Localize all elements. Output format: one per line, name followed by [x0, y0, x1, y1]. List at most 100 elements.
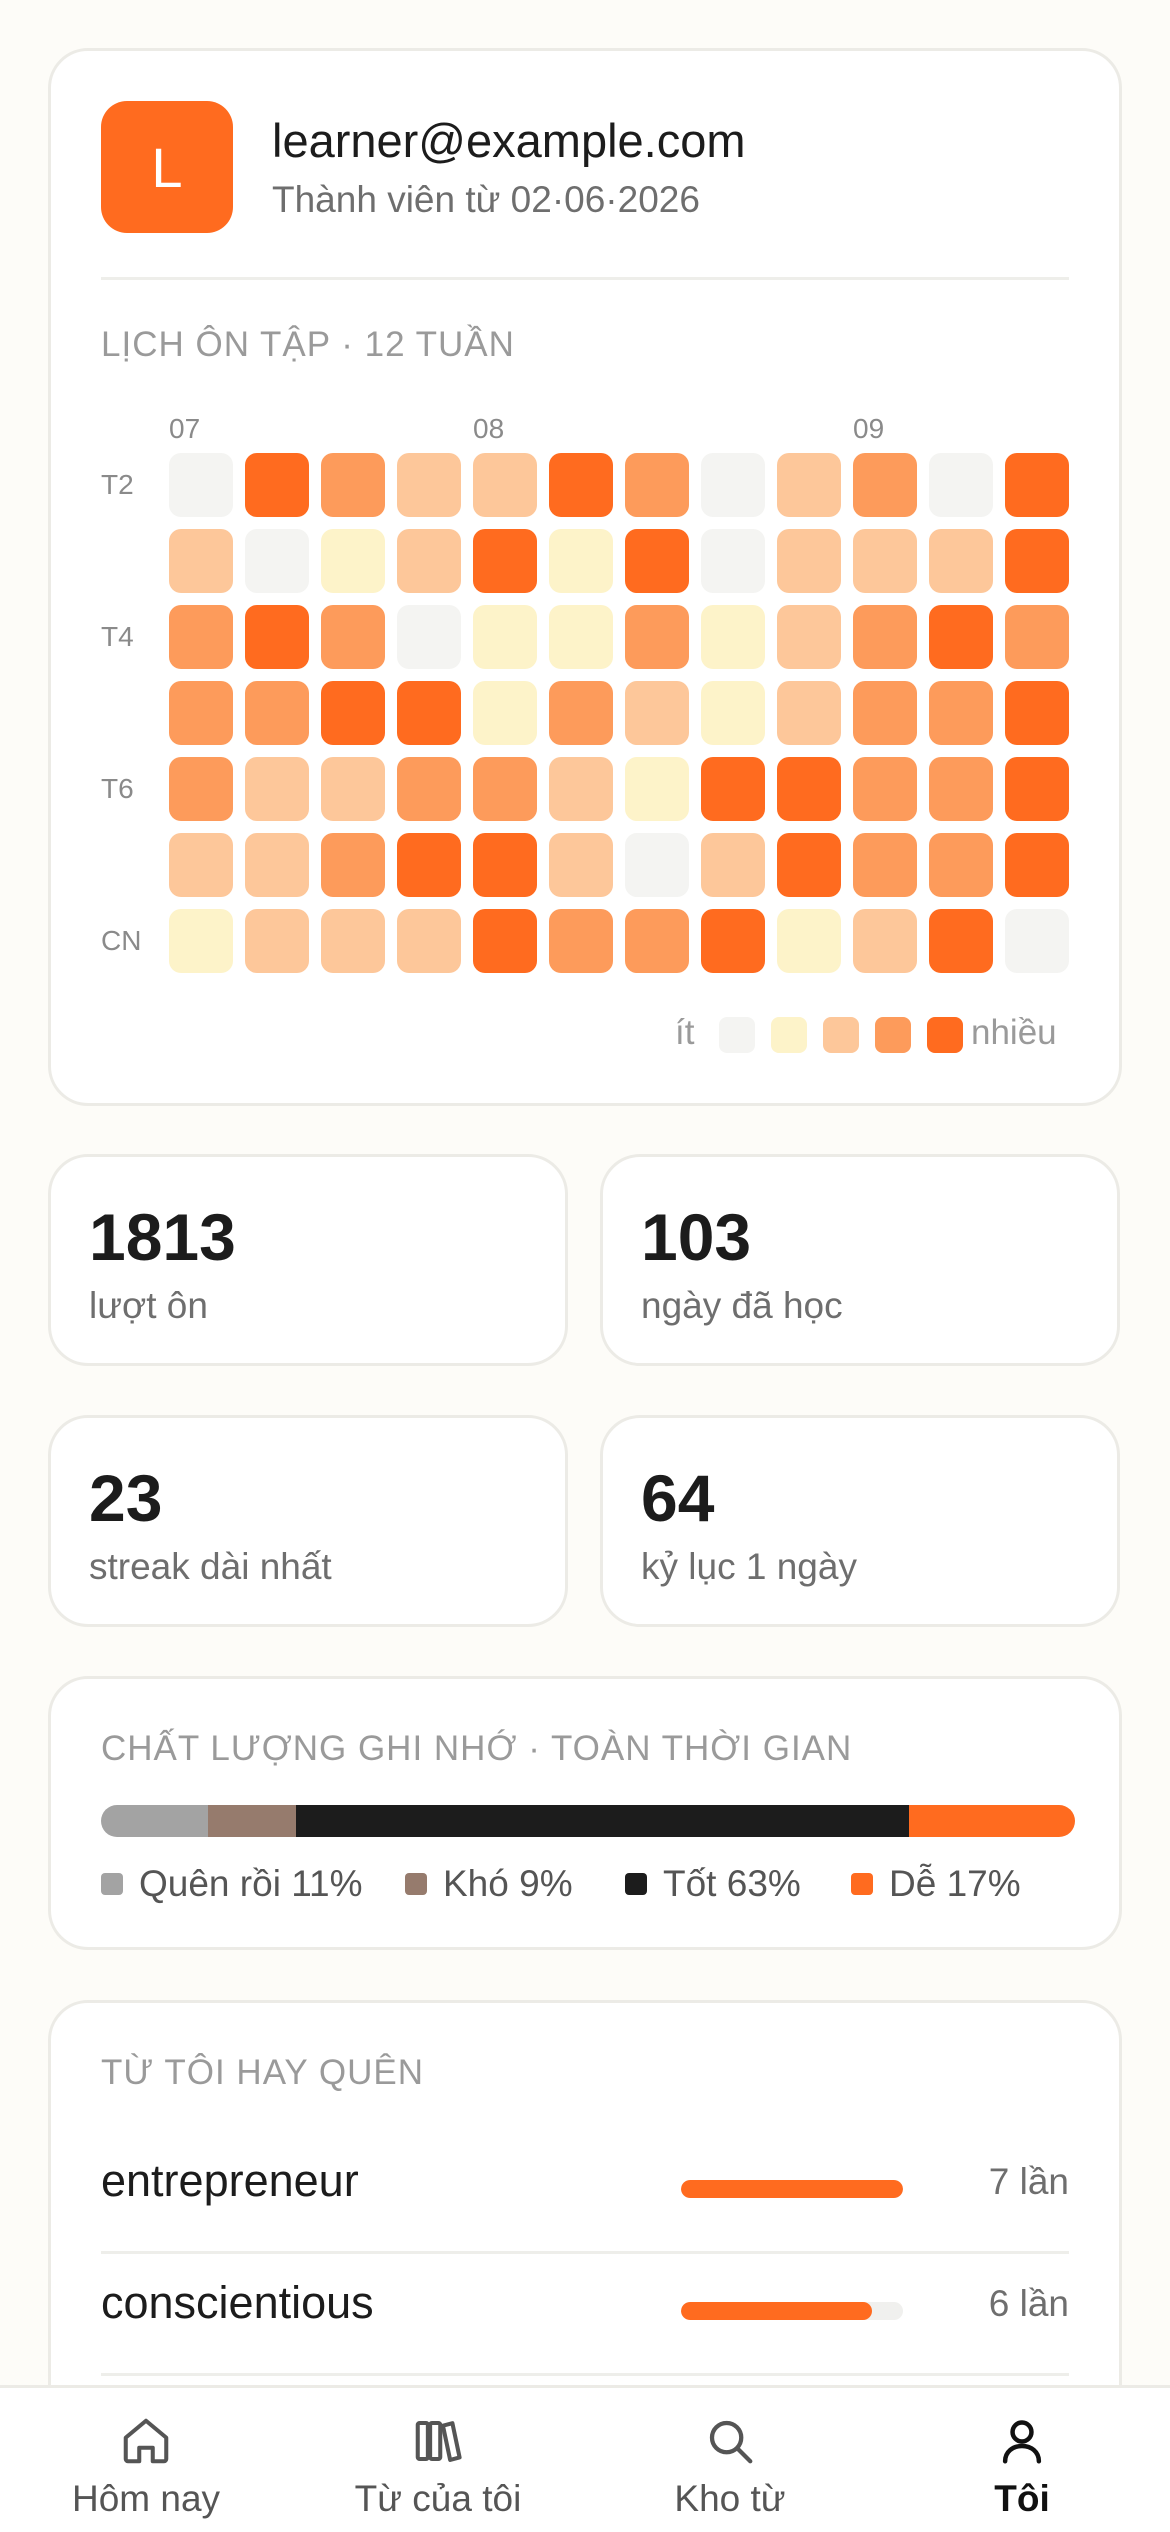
list-divider — [101, 2373, 1069, 2376]
legend-label: Khó 9% — [443, 1863, 573, 1904]
quality-title: CHẤT LƯỢNG GHI NHỚ · TOÀN THỜI GIAN — [101, 1729, 853, 1768]
heatmap-cell — [549, 909, 613, 973]
tab-label: Kho từ — [674, 2478, 786, 2519]
heatmap-cell — [853, 605, 917, 669]
home-icon — [123, 2418, 169, 2464]
heatmap-cell — [625, 529, 689, 593]
heatmap-cell — [701, 529, 765, 593]
heatmap-cell — [1005, 605, 1069, 669]
avatar[interactable]: L — [101, 101, 233, 233]
tab-my-words[interactable]: Từ của tôi — [292, 2388, 584, 2532]
legend-swatch — [875, 1017, 911, 1053]
heatmap-cell — [777, 681, 841, 745]
legend-label: Dễ 17% — [889, 1863, 1021, 1904]
heatmap-cell — [1005, 529, 1069, 593]
tab-me[interactable]: Tôi — [876, 2388, 1168, 2532]
stat-label: streak dài nhất — [89, 1546, 332, 1587]
legend-swatch — [851, 1873, 873, 1895]
heatmap-cell — [397, 605, 461, 669]
heatmap-cell — [929, 605, 993, 669]
heatmap-cell — [473, 757, 537, 821]
heatmap-cell — [473, 681, 537, 745]
heatmap-cell — [625, 833, 689, 897]
heatmap-cell — [929, 833, 993, 897]
heatmap-cell — [701, 453, 765, 517]
heatmap-cell — [169, 757, 233, 821]
forget-bar-fill — [681, 2180, 903, 2198]
heatmap-cell — [473, 833, 537, 897]
quality-segment — [101, 1805, 209, 1837]
heatmap-cell — [397, 757, 461, 821]
heatmap-cell — [929, 909, 993, 973]
forget-bar-fill — [681, 2302, 872, 2320]
heatmap-cell — [169, 681, 233, 745]
quality-legend-good: Tốt 63% — [625, 1863, 801, 1905]
heatmap-cell — [777, 529, 841, 593]
heatmap-cell — [1005, 453, 1069, 517]
profile-divider — [101, 277, 1069, 280]
legend-label: Tốt 63% — [663, 1863, 801, 1904]
heatmap-cell — [701, 757, 765, 821]
heatmap-cell — [549, 605, 613, 669]
forget-count: 7 lần — [988, 2161, 1069, 2202]
profile-card: L learner@example.com Thành viên từ 02·0… — [48, 48, 1122, 1106]
heatmap-cell — [245, 833, 309, 897]
tab-today[interactable]: Hôm nay — [0, 2388, 292, 2532]
quality-legend-easy: Dễ 17% — [851, 1863, 1021, 1905]
heatmap-cell — [929, 757, 993, 821]
quality-bar — [101, 1805, 1075, 1837]
heatmap-cell — [929, 453, 993, 517]
heatmap-cell — [321, 909, 385, 973]
heatmap-cell — [549, 833, 613, 897]
day-label: CN — [101, 925, 142, 956]
heatmap-cell — [397, 681, 461, 745]
day-label: T2 — [101, 469, 134, 500]
user-icon — [1002, 2420, 1042, 2464]
day-label: T6 — [101, 773, 134, 804]
legend-swatch — [927, 1017, 963, 1053]
heatmap-cell — [929, 681, 993, 745]
heatmap-cell — [701, 909, 765, 973]
heatmap-cell — [549, 757, 613, 821]
heatmap-cell — [777, 453, 841, 517]
memory-quality-card: CHẤT LƯỢNG GHI NHỚ · TOÀN THỜI GIAN Quên… — [48, 1676, 1122, 1950]
books-icon — [415, 2420, 462, 2462]
heatmap-cell — [321, 605, 385, 669]
heatmap-cell — [473, 909, 537, 973]
forget-count: 6 lần — [988, 2283, 1069, 2324]
month-label: 09 — [853, 413, 885, 444]
stat-label: kỷ lục 1 ngày — [641, 1546, 857, 1587]
list-divider — [101, 2251, 1069, 2254]
stat-value: 23 — [89, 1461, 163, 1535]
word-text: conscientious — [101, 2277, 374, 2328]
quality-legend-hard: Khó 9% — [405, 1863, 573, 1905]
heatmap-cell — [1005, 681, 1069, 745]
heatmap-cell — [473, 605, 537, 669]
heatmap-cell — [777, 909, 841, 973]
heatmap-cell — [245, 605, 309, 669]
heatmap-cell — [853, 833, 917, 897]
tab-word-bank[interactable]: Kho từ — [584, 2388, 876, 2532]
tab-label: Hôm nay — [71, 2478, 221, 2519]
stat-label: lượt ôn — [89, 1285, 208, 1326]
quality-legend-forgot: Quên rồi 11% — [101, 1863, 363, 1905]
user-email: learner@example.com — [272, 114, 746, 167]
legend-swatch — [771, 1017, 807, 1053]
legend-swatch — [719, 1017, 755, 1053]
heatmap-cell — [245, 529, 309, 593]
heatmap-cell — [245, 909, 309, 973]
month-label: 07 — [169, 413, 201, 444]
heatmap-cell — [701, 681, 765, 745]
heatmap-cell — [853, 909, 917, 973]
heatmap-cell — [777, 605, 841, 669]
quality-segment — [909, 1805, 1075, 1837]
heatmap-cell — [397, 453, 461, 517]
heatmap-cell — [625, 681, 689, 745]
legend-low-label: ít — [675, 1013, 695, 1052]
heatmap-cell — [853, 757, 917, 821]
heatmap-cell — [1005, 757, 1069, 821]
heatmap-cell — [169, 529, 233, 593]
forget-bar — [681, 2180, 903, 2198]
stat-value: 64 — [641, 1461, 715, 1535]
forget-bar — [681, 2302, 903, 2320]
